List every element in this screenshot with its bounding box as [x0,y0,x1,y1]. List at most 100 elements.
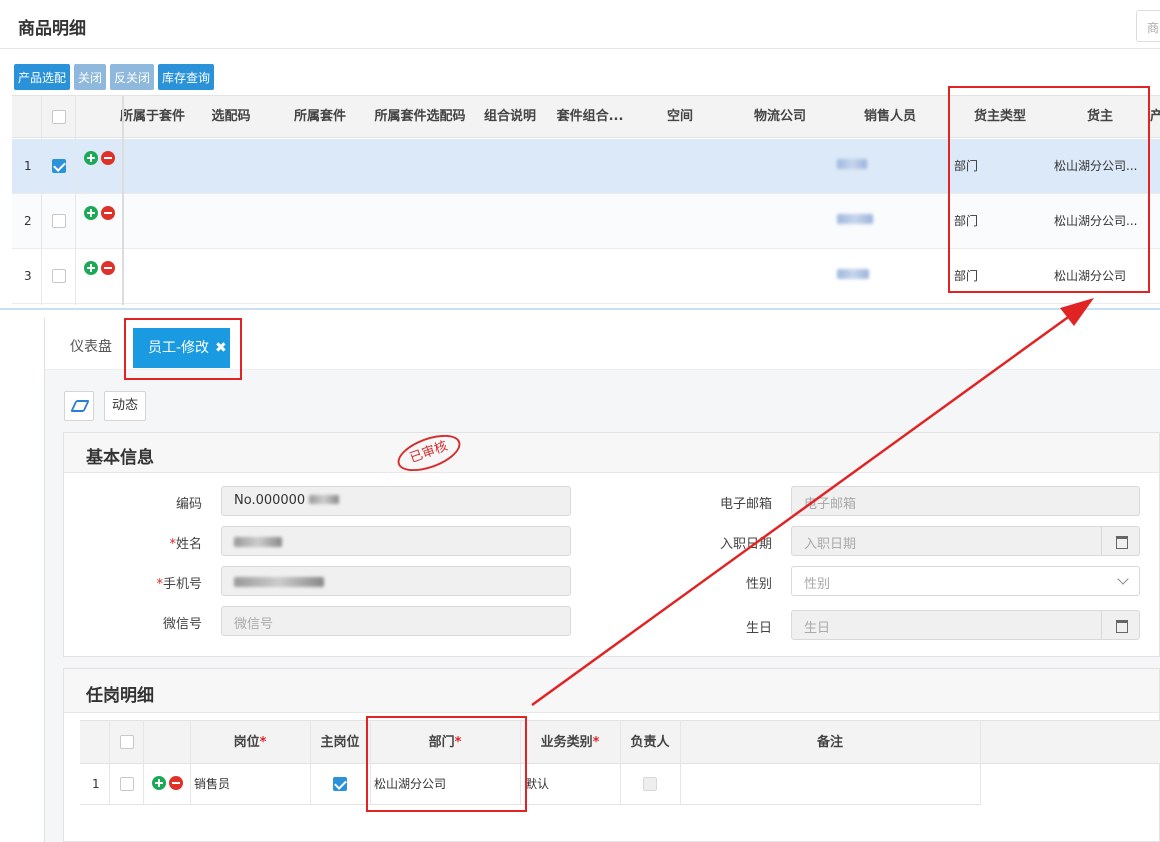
grid-line [109,720,110,805]
leader-checkbox[interactable] [643,777,657,791]
col-header-post[interactable]: 岗位* [190,721,310,765]
col-header[interactable]: 所属套件选配码 [370,96,470,138]
close-icon[interactable]: ✖ [215,328,227,368]
remove-row-icon[interactable] [169,776,183,790]
email-label: 电子邮箱 [719,497,772,512]
close-button[interactable]: 关闭 [74,64,107,90]
col-header-biz-type[interactable]: 业务类别* [520,721,620,765]
col-header[interactable]: 套件组合... [550,96,630,138]
col-header[interactable]: 所属于套件 [120,96,200,138]
table-row[interactable]: 1 销售员 松山湖分公司 默认 [80,764,980,805]
row-checkbox[interactable] [120,777,134,791]
col-header[interactable]: 货主类型 [950,96,1050,138]
table-row[interactable]: 3 部门 松山湖分公司 [12,249,1160,304]
phone-field[interactable] [221,566,571,596]
col-header-leader[interactable]: 负责人 [620,721,680,765]
owner-type-cell: 部门 [954,214,979,228]
row-number: 1 [92,777,100,791]
panel-title: 商品明细 [18,19,86,39]
calendar-icon[interactable] [1101,611,1139,639]
grid-line [75,96,76,305]
row-checkbox[interactable] [52,159,66,173]
birthday-field[interactable]: 生日 [791,610,1140,640]
row-checkbox[interactable] [52,214,66,228]
col-header[interactable]: 销售人员 [830,96,950,138]
owner-cell: 松山湖分公司 [1054,269,1127,283]
add-row-icon[interactable] [84,206,98,220]
grid-line [980,720,981,805]
section-title: 任岗明细 [86,686,154,706]
table-row[interactable]: 2 部门 松山湖分公司... [12,194,1160,249]
grid-line [370,720,371,805]
main-post-checkbox[interactable] [333,777,347,791]
reverse-close-button[interactable]: 反关闭 [110,64,155,90]
remove-row-icon[interactable] [101,206,115,220]
gender-label: 性别 [745,577,772,592]
gender-select[interactable]: 性别 [791,566,1140,596]
grid-line [310,720,311,805]
add-row-icon[interactable] [152,776,166,790]
col-header[interactable]: 货主 [1050,96,1150,138]
birthday-label: 生日 [745,621,772,636]
grid-line [41,96,42,305]
col-header[interactable]: 选配码 [192,96,270,138]
col-header[interactable]: 组合说明 [470,96,550,138]
select-all-checkbox[interactable] [120,735,134,749]
name-field[interactable] [221,526,571,556]
post-grid: 岗位* 主岗位 部门* 业务类别* 负责人 备注 1 销售员 松山湖分公司 默认 [80,720,1160,842]
email-field[interactable]: 电子邮箱 [791,486,1140,516]
owner-type-cell: 部门 [954,269,979,283]
wechat-label: 微信号 [162,617,202,632]
tab-employee-edit[interactable]: 员工-修改 ✖ [133,328,230,368]
tab-label: 员工-修改 [148,340,210,356]
section-header: 基本信息 [64,433,1159,473]
owner-cell: 松山湖分公司... [1054,159,1138,173]
wechat-field[interactable]: 微信号 [221,606,571,636]
grid-line [680,720,681,805]
post-cell[interactable]: 销售员 [194,764,230,805]
col-header[interactable]: 所属套件 [270,96,370,138]
row-checkbox[interactable] [52,269,66,283]
product-grid: 所属于套件 选配码 所属套件 所属套件选配码 组合说明 套件组合... 空间 物… [12,95,1160,305]
phone-label: *手机号 [156,577,202,592]
grid-toolbar: 产品选配 关闭 反关闭 库存查询 [14,64,215,90]
product-select-button[interactable]: 产品选配 [14,64,71,90]
col-header[interactable]: 空间 [630,96,730,138]
code-field[interactable]: No.000000 [221,486,571,516]
clear-button[interactable] [64,391,94,421]
search-input[interactable]: 商品 [1136,10,1160,42]
col-header-main-post[interactable]: 主岗位 [310,721,370,765]
redacted-salesperson [837,269,869,279]
add-row-icon[interactable] [84,151,98,165]
select-all-checkbox[interactable] [52,110,66,124]
name-label: *姓名 [169,537,202,552]
gender-placeholder: 性别 [804,577,831,592]
birthday-placeholder: 生日 [804,621,831,636]
redacted-salesperson [837,159,867,169]
dynamic-button[interactable]: 动态 [104,391,146,421]
col-header[interactable]: 物流公司 [730,96,830,138]
table-row[interactable]: 1 部门 松山湖分公司... [12,139,1160,194]
frozen-divider [122,96,124,305]
col-header[interactable]: 产 [1150,96,1160,138]
owner-cell: 松山湖分公司... [1054,214,1138,228]
remove-row-icon[interactable] [101,261,115,275]
eraser-icon [70,400,90,412]
row-number: 2 [24,214,32,228]
row-number: 1 [24,159,32,173]
stock-query-button[interactable]: 库存查询 [158,64,215,90]
join-date-label: 入职日期 [719,537,772,552]
remove-row-icon[interactable] [101,151,115,165]
add-row-icon[interactable] [84,261,98,275]
code-value: No.000000 [234,493,306,508]
join-date-field[interactable]: 入职日期 [791,526,1140,556]
calendar-icon[interactable] [1101,527,1139,555]
col-header-dept[interactable]: 部门* [370,721,520,765]
grid-line [143,720,144,805]
section-title: 基本信息 [86,448,154,468]
divider [0,48,1160,49]
col-header-remark[interactable]: 备注 [680,721,980,765]
biz-type-cell[interactable]: 默认 [525,764,549,805]
dept-cell[interactable]: 松山湖分公司 [374,764,446,805]
tab-dashboard[interactable]: 仪表盘 [70,336,112,356]
